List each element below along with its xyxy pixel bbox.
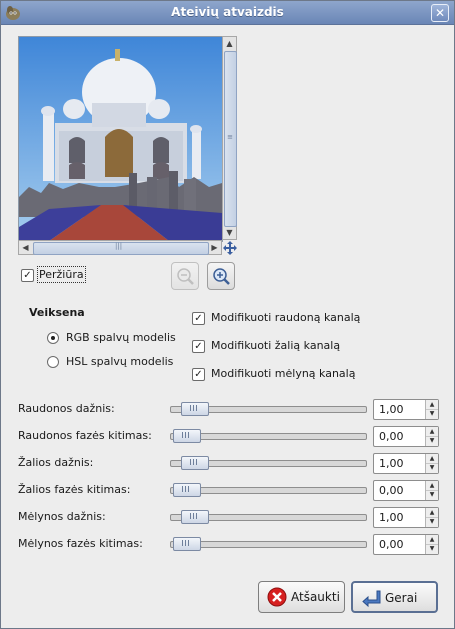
- red-channel-label[interactable]: Modifikuoti raudoną kanalą: [211, 311, 360, 324]
- navigate-move-icon[interactable]: [223, 241, 237, 255]
- slider-track[interactable]: [170, 510, 367, 524]
- spinbox-value[interactable]: 1,00: [379, 511, 404, 524]
- zoom-out-icon: [177, 268, 194, 285]
- slider-track[interactable]: [170, 429, 367, 443]
- green-channel-checkbox[interactable]: ✓: [192, 340, 205, 353]
- rgb-mode-radio[interactable]: [47, 332, 59, 344]
- slider-handle[interactable]: [181, 402, 210, 416]
- zoom-out-button[interactable]: [171, 262, 199, 290]
- slider-handle[interactable]: [181, 456, 210, 470]
- preview-horizontal-scrollbar[interactable]: ◀ ||| ▶: [18, 240, 222, 255]
- value-spinbox[interactable]: 0,00 ▲ ▼: [373, 480, 439, 501]
- slider-track[interactable]: [170, 483, 367, 497]
- slider-label: Raudonos dažnis:: [18, 402, 115, 415]
- decrement-icon[interactable]: ▼: [426, 409, 438, 418]
- hsl-mode-radio[interactable]: [47, 356, 59, 368]
- value-spinbox[interactable]: 0,00 ▲ ▼: [373, 534, 439, 555]
- mode-section-title: Veiksena: [29, 306, 85, 319]
- decrement-icon[interactable]: ▼: [426, 544, 438, 553]
- window-title: Ateivių atvaizdis: [171, 5, 284, 19]
- rgb-mode-label[interactable]: RGB spalvų modelis: [66, 331, 176, 344]
- scroll-down-icon[interactable]: ▼: [223, 226, 236, 239]
- cancel-button[interactable]: Atšaukti: [258, 581, 345, 613]
- value-spinbox[interactable]: 1,00 ▲ ▼: [373, 399, 439, 420]
- spinbox-value[interactable]: 1,00: [379, 457, 404, 470]
- blue-channel-checkbox[interactable]: ✓: [192, 368, 205, 381]
- red-channel-checkbox[interactable]: ✓: [192, 312, 205, 325]
- value-spinbox[interactable]: 1,00 ▲ ▼: [373, 453, 439, 474]
- ok-button-label: Gerai: [385, 591, 418, 605]
- preview-vertical-scrollbar[interactable]: ▲ ≡ ▼: [222, 36, 237, 240]
- slider-track[interactable]: [170, 402, 367, 416]
- spinbox-value[interactable]: 0,00: [379, 430, 404, 443]
- scroll-right-icon[interactable]: ▶: [208, 241, 221, 254]
- value-spinbox[interactable]: 0,00 ▲ ▼: [373, 426, 439, 447]
- spinbox-value[interactable]: 0,00: [379, 538, 404, 551]
- slider-handle[interactable]: [173, 537, 201, 551]
- preview-area[interactable]: [18, 36, 223, 242]
- spin-buttons: ▲ ▼: [425, 508, 438, 527]
- slider-label: Žalios dažnis:: [18, 456, 94, 469]
- scroll-up-icon[interactable]: ▲: [223, 37, 236, 50]
- slider-handle[interactable]: [173, 483, 201, 497]
- cancel-icon: [267, 587, 287, 607]
- cancel-button-label: Atšaukti: [291, 590, 340, 604]
- scroll-left-icon[interactable]: ◀: [19, 241, 32, 254]
- preview-checkbox[interactable]: ✓: [21, 269, 34, 282]
- return-arrow-icon: [362, 590, 381, 608]
- decrement-icon[interactable]: ▼: [426, 436, 438, 445]
- slider-label: Mėlynos dažnis:: [18, 510, 106, 523]
- spin-buttons: ▲ ▼: [425, 535, 438, 554]
- zoom-in-icon: [213, 268, 230, 285]
- title-bar[interactable]: Ateivių atvaizdis ✕: [1, 1, 454, 25]
- slider-handle[interactable]: [173, 429, 201, 443]
- slider-label: Žalios fazės kitimas:: [18, 483, 131, 496]
- slider-handle[interactable]: [181, 510, 210, 524]
- green-channel-label[interactable]: Modifikuoti žalią kanalą: [211, 339, 340, 352]
- spin-buttons: ▲ ▼: [425, 481, 438, 500]
- spin-buttons: ▲ ▼: [425, 400, 438, 419]
- close-button[interactable]: ✕: [431, 4, 449, 22]
- value-spinbox[interactable]: 1,00 ▲ ▼: [373, 507, 439, 528]
- slider-label: Raudonos fazės kitimas:: [18, 429, 152, 442]
- decrement-icon[interactable]: ▼: [426, 463, 438, 472]
- spinbox-value[interactable]: 0,00: [379, 484, 404, 497]
- decrement-icon[interactable]: ▼: [426, 517, 438, 526]
- zoom-in-button[interactable]: [207, 262, 235, 290]
- spinbox-value[interactable]: 1,00: [379, 403, 404, 416]
- grip-icon: |||: [115, 242, 123, 250]
- spin-buttons: ▲ ▼: [425, 427, 438, 446]
- decrement-icon[interactable]: ▼: [426, 490, 438, 499]
- blue-channel-label[interactable]: Modifikuoti mėlyną kanalą: [211, 367, 355, 380]
- dialog-window: Ateivių atvaizdis ✕ ▲ ≡ ▼ ◀ ||| ▶ ✓ Perž…: [0, 0, 455, 629]
- ok-button[interactable]: Gerai: [351, 581, 438, 613]
- grip-icon: ≡: [227, 133, 233, 141]
- slider-track[interactable]: [170, 456, 367, 470]
- slider-label: Mėlynos fazės kitimas:: [18, 537, 143, 550]
- preview-checkbox-label[interactable]: Peržiūra: [37, 266, 86, 283]
- taj-mahal-image-preview: [19, 37, 222, 241]
- slider-track[interactable]: [170, 537, 367, 551]
- hsl-mode-label[interactable]: HSL spalvų modelis: [66, 355, 173, 368]
- spin-buttons: ▲ ▼: [425, 454, 438, 473]
